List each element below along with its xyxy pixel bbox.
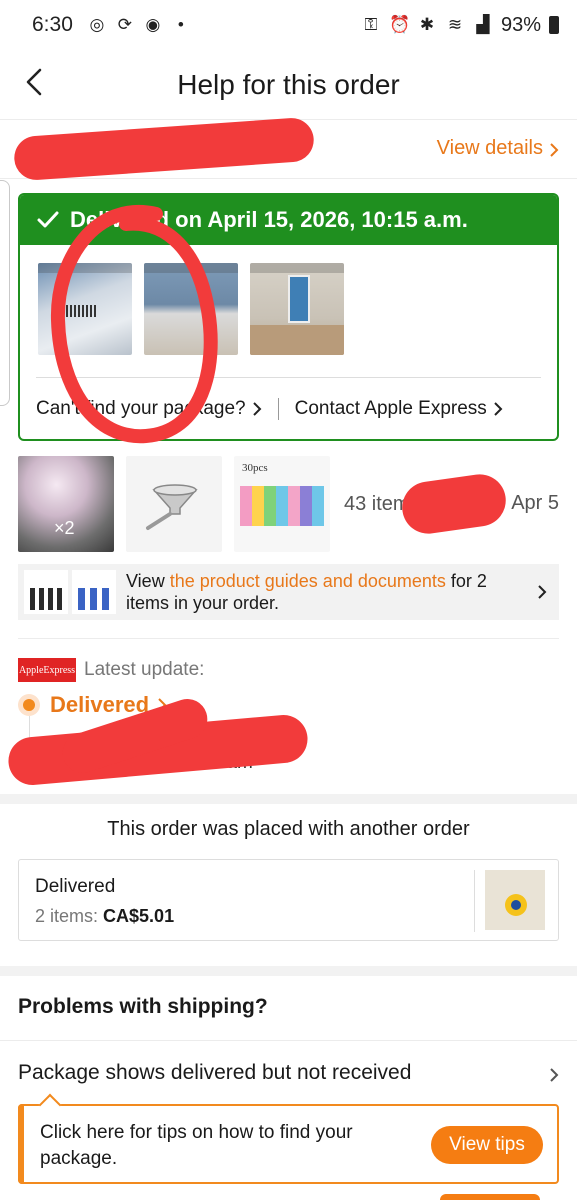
bluetooth-icon: ✱ xyxy=(419,15,435,34)
status-bar: 6:30 ◎ ⟳ ◉ • ⚿ ⏰ ✱ ≋ ▟ 93% xyxy=(0,0,577,50)
latest-update-label: Latest update: xyxy=(84,659,205,680)
contact-carrier-label: Contact Apple Express xyxy=(294,398,487,419)
app-notification-icon: ◎ xyxy=(89,15,105,34)
guides-link[interactable]: the product guides and documents xyxy=(170,571,446,591)
page-title: Help for this order xyxy=(177,68,400,100)
battery-icon xyxy=(549,16,559,34)
guides-text: View the product guides and documents fo… xyxy=(126,570,516,614)
items-date: Apr 5 xyxy=(511,492,559,514)
item-thumb-tag: 30pcs xyxy=(242,462,268,474)
alarm-icon: ⏰ xyxy=(388,15,411,34)
delivery-photo[interactable] xyxy=(250,263,344,355)
divider xyxy=(474,870,475,932)
callout-accent xyxy=(18,1104,24,1184)
combined-count-label: 2 items: xyxy=(35,906,104,926)
back-button[interactable] xyxy=(20,64,50,100)
carrier-row: AppleExpress Latest update: xyxy=(18,658,204,682)
link-divider xyxy=(277,398,279,420)
combined-order-status: Delivered xyxy=(35,876,116,897)
item-thumbnail: 30pcs xyxy=(234,456,330,552)
divider xyxy=(18,638,559,639)
back-arrow-icon xyxy=(26,68,42,96)
page-header: Help for this order xyxy=(0,50,577,120)
problem-row-label: Package shows delivered but not received xyxy=(18,1060,412,1084)
guides-prefix: View xyxy=(126,571,170,591)
tips-text: Click here for tips on how to find your … xyxy=(40,1122,353,1169)
partial-button xyxy=(440,1194,540,1200)
dot-icon: • xyxy=(177,15,184,34)
wifi-icon: ≋ xyxy=(447,15,463,34)
view-details-link[interactable]: View details xyxy=(437,137,559,160)
redaction-mark xyxy=(12,116,316,182)
status-dot-icon xyxy=(18,694,40,716)
chevron-right-icon xyxy=(549,141,559,157)
combined-order-count: 2 items: CA$5.01 xyxy=(35,906,174,927)
notification-icons: ◎ ⟳ ◉ • xyxy=(87,15,191,35)
annotation-circle xyxy=(50,205,218,444)
combined-order-card[interactable]: Delivered 2 items: CA$5.01 xyxy=(18,859,559,941)
guide-thumbnail xyxy=(72,570,116,614)
view-tips-button[interactable]: View tips xyxy=(431,1126,543,1164)
item-thumbnail: ×2 xyxy=(18,456,114,552)
item-thumbnail xyxy=(126,456,222,552)
combined-item-thumbnail xyxy=(485,870,545,930)
problem-row-not-received[interactable]: Package shows delivered but not received xyxy=(0,1040,577,1104)
signal-icon: ▟ xyxy=(476,15,490,34)
item-quantity-badge: ×2 xyxy=(54,518,75,538)
problems-title: Problems with shipping? xyxy=(18,995,268,1018)
system-icons: ⚿ ⏰ ✱ ≋ ▟ 93% xyxy=(361,14,559,37)
section-separator xyxy=(0,794,577,804)
combined-order-price: CA$5.01 xyxy=(103,906,175,926)
contact-carrier-link[interactable]: Contact Apple Express xyxy=(295,398,503,420)
product-guides-banner[interactable]: View the product guides and documents fo… xyxy=(18,564,559,620)
sync-icon: ⟳ xyxy=(117,15,132,34)
messenger-icon: ◉ xyxy=(145,15,161,34)
battery-percent: 93% xyxy=(500,13,541,36)
guide-thumbnail xyxy=(24,570,68,614)
side-panel-handle[interactable] xyxy=(0,180,10,406)
funnel-image xyxy=(146,484,198,530)
chevron-right-icon xyxy=(537,584,547,600)
vpn-key-icon: ⚿ xyxy=(364,15,378,34)
chevron-right-icon xyxy=(252,401,262,417)
chevron-right-icon xyxy=(493,401,503,417)
tips-callout: Click here for tips on how to find your … xyxy=(18,1104,559,1184)
order-row: View details xyxy=(0,116,577,182)
status-time: 6:30 xyxy=(32,13,73,36)
view-details-label: View details xyxy=(436,137,543,159)
chevron-right-icon xyxy=(549,1065,559,1082)
carrier-logo: AppleExpress xyxy=(18,658,76,682)
section-separator xyxy=(0,966,577,976)
combined-order-title: This order was placed with another order xyxy=(107,818,470,840)
